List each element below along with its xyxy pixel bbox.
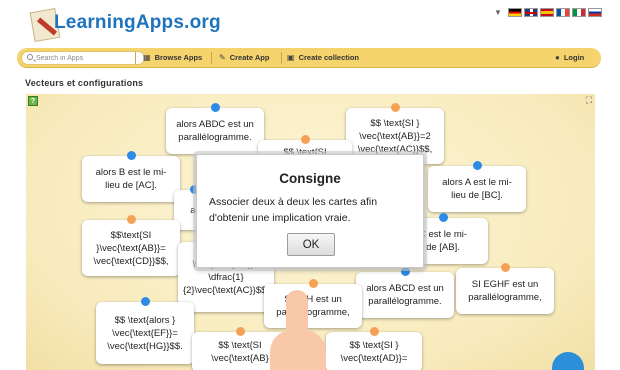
card-text: $$ \text{SI } \vec{\text{AD}}= (340, 340, 408, 364)
card-pin-blue (211, 103, 220, 112)
flag-uk-icon[interactable] (523, 8, 538, 17)
toolbar-divider (281, 52, 282, 64)
card-pin-orange (236, 327, 245, 336)
card-pin-orange (501, 263, 510, 272)
search-input[interactable] (36, 52, 142, 64)
card-text: $$ \text{SI } \vec{\text{AB}}=2 \vec{\te… (357, 117, 433, 155)
dialog-text: Associer deux à deux les cartes afin d'o… (209, 196, 378, 224)
card-text: SI EGHF est un parallélogramme, (468, 279, 542, 303)
hand-palm (270, 330, 326, 370)
create-collection-label: Create collection (298, 53, 359, 62)
brand-title[interactable]: LearningApps.org (54, 12, 221, 34)
card-text: alors A est le mi- lieu de [BC]. (442, 177, 512, 201)
card[interactable]: $$ \text{alors } \vec{\text{EF}}= \vec{\… (96, 297, 194, 364)
flag-fr-icon[interactable] (555, 8, 570, 17)
card-text: $$ \text{SI \vec{\text{AB} (211, 340, 269, 364)
card-pin-orange (370, 327, 379, 336)
card[interactable]: $$\text{SI }\vec{\text{AB}}= \vec{\text{… (82, 215, 180, 276)
card-pin-orange (127, 215, 136, 224)
toolbar-divider (211, 52, 212, 64)
card-text: $$ \text{alors } \vec{\text{EF}}= \vec{\… (107, 314, 183, 352)
pointing-hand-icon (270, 290, 326, 370)
language-selector[interactable]: ▼ (494, 8, 602, 17)
card-pin-orange (309, 279, 318, 288)
create-app-label: Create App (229, 53, 270, 62)
instruction-dialog: Consigne Associer deux à deux les cartes… (196, 154, 424, 268)
page-title: Vecteurs et configurations (25, 78, 144, 88)
help-icon[interactable]: ? (28, 96, 38, 106)
dialog-title: Consigne (279, 171, 341, 186)
chevron-down-icon[interactable]: ▼ (494, 8, 502, 17)
flag-de-icon[interactable] (507, 8, 522, 17)
corner-badge-icon[interactable] (552, 352, 584, 370)
browse-apps-button[interactable]: ▦ Browse Apps (143, 53, 202, 62)
card[interactable]: $$ \text{SI } \vec{\text{AD}}= (326, 327, 422, 370)
ok-button[interactable]: OK (287, 233, 335, 256)
card-text: alors B est le mi- lieu de [AC]. (95, 167, 167, 191)
create-collection-button[interactable]: ▣ Create collection (287, 53, 359, 62)
card[interactable]: SI EGHF est un parallélogramme, (456, 263, 554, 314)
search-icon (27, 54, 33, 60)
card-text: alors ABDC est un parallélogramme. (176, 119, 254, 143)
flag-it-icon[interactable] (571, 8, 586, 17)
login-button[interactable]: ● Login (555, 53, 584, 62)
pencil-icon: ✎ (219, 53, 226, 62)
card-pin-orange (301, 135, 310, 144)
login-label: Login (563, 53, 585, 62)
search-box[interactable] (21, 51, 145, 65)
create-app-button[interactable]: ✎ Create App (219, 53, 269, 62)
card-pin-blue (127, 151, 136, 160)
user-icon: ● (555, 53, 560, 62)
card-pin-blue (473, 161, 482, 170)
main-toolbar: ▦ Browse Apps ✎ Create App ▣ Create coll… (17, 48, 601, 68)
card[interactable]: alors ABCD est un parallélogramme. (356, 267, 454, 318)
card-text: C est le mi- de [AB]. (419, 229, 468, 253)
flag-ru-icon[interactable] (587, 8, 602, 17)
grid-icon: ▦ (143, 53, 151, 62)
card-pin-orange (391, 103, 400, 112)
fullscreen-icon[interactable]: ⛶ (586, 96, 592, 105)
flag-es-icon[interactable] (539, 8, 554, 17)
browse-apps-label: Browse Apps (154, 53, 203, 62)
card[interactable]: alors A est le mi- lieu de [BC]. (428, 161, 526, 212)
card[interactable]: alors ABDC est un parallélogramme. (166, 103, 264, 154)
card-pin-blue (141, 297, 150, 306)
toolbar-divider (135, 52, 136, 64)
card-pin-blue (439, 213, 448, 222)
collection-icon: ▣ (287, 53, 295, 62)
card-pin-blue (401, 267, 410, 276)
card-text: $$\text{SI }\vec{\text{AB}}= \vec{\text{… (93, 229, 169, 267)
card[interactable]: alors B est le mi- lieu de [AC]. (82, 151, 180, 202)
card-text: alors ABCD est un parallélogramme. (366, 283, 444, 307)
